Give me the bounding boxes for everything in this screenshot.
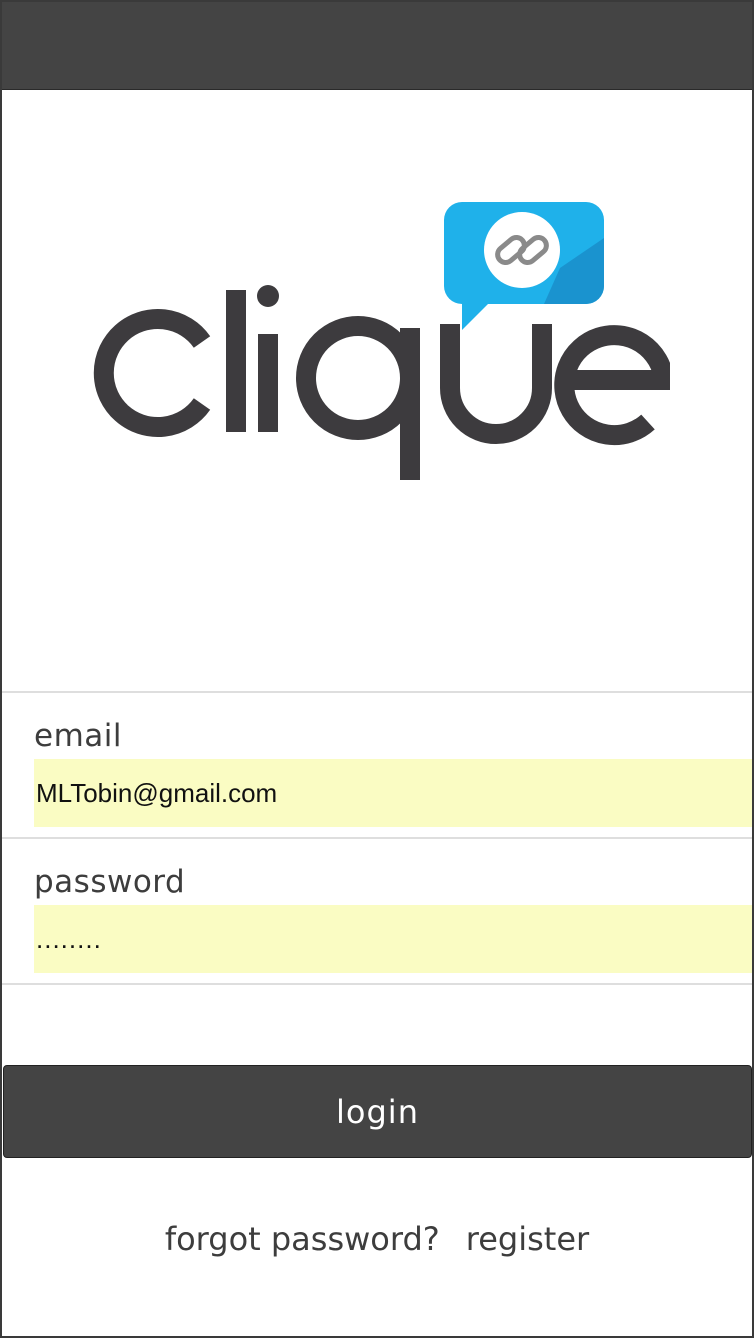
clique-logo-graphic	[93, 202, 670, 480]
login-button-label: login	[336, 1092, 419, 1131]
password-input[interactable]	[34, 905, 752, 973]
divider-bottom	[2, 983, 752, 985]
login-button[interactable]: login	[3, 1065, 752, 1158]
clique-wordmark	[93, 290, 670, 480]
clique-logo	[90, 198, 670, 488]
divider-top	[2, 691, 752, 693]
app-frame: email password login forgot password? reg…	[0, 0, 754, 1338]
password-label: password	[34, 864, 186, 900]
divider-middle	[2, 837, 752, 839]
email-label: email	[34, 718, 122, 754]
speech-bubble-icon	[444, 202, 604, 330]
email-input[interactable]	[34, 759, 752, 827]
i-dot	[257, 285, 279, 307]
forgot-password-link[interactable]: forgot password?	[165, 1220, 440, 1258]
register-link[interactable]: register	[466, 1220, 589, 1258]
auth-links: forgot password? register	[2, 1220, 752, 1258]
top-bar	[2, 2, 752, 90]
